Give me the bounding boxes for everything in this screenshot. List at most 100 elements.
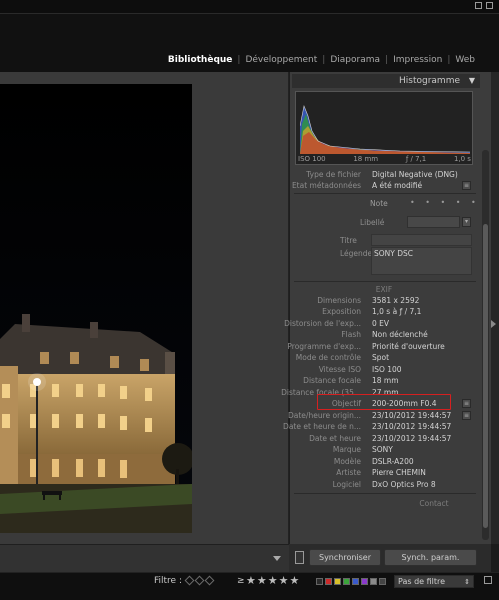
module-develop[interactable]: Développement <box>245 55 317 65</box>
exif-value: DxO Optics Pro 8 <box>372 480 436 489</box>
contact-section-label: Contact <box>419 499 449 508</box>
exif-value: 3581 x 2592 <box>372 296 420 305</box>
capture-time-menu-icon[interactable]: ≡ <box>462 411 471 420</box>
rating-operator[interactable]: ≥ <box>237 576 245 586</box>
color-label-field[interactable] <box>407 216 460 228</box>
color-label-chip[interactable] <box>370 578 377 585</box>
flag-rejected-icon[interactable] <box>204 575 215 586</box>
exif-label: Artiste <box>336 468 361 477</box>
title-label: Titre <box>340 236 357 245</box>
caption-label: Légende <box>340 249 373 258</box>
metadata-state-menu-icon[interactable]: ≡ <box>462 181 471 190</box>
histogram-info: ISO 100 18 mm ƒ / 7,1 1,0 s <box>298 155 471 163</box>
minimize-icon[interactable] <box>475 2 482 9</box>
flag-filters <box>184 575 215 586</box>
exif-label: Modèle <box>333 457 361 466</box>
flag-pick-icon[interactable] <box>184 575 195 586</box>
module-separator: | <box>385 55 389 65</box>
color-label-dropdown-icon[interactable]: ▾ <box>462 217 471 227</box>
filter-lock-icon[interactable] <box>484 576 492 584</box>
module-separator: | <box>447 55 451 65</box>
exif-row: Artiste Pierre CHEMIN <box>295 468 473 479</box>
metadata-state-value: A été modifié <box>372 181 423 190</box>
exif-row: Distorsion de l'exp... 0 EV <box>284 319 473 330</box>
panel-scroll-thumb[interactable] <box>483 224 488 528</box>
module-separator: | <box>322 55 326 65</box>
lens-menu-icon[interactable]: ≡ <box>462 399 471 408</box>
color-label-chip[interactable] <box>343 578 350 585</box>
flag-unflagged-icon[interactable] <box>194 575 205 586</box>
filter-label: Filtre : <box>154 576 182 586</box>
lens-highlight-annotation <box>317 394 451 410</box>
color-label-chip[interactable] <box>352 578 359 585</box>
sync-settings-button[interactable]: Synch. param. <box>384 549 477 566</box>
module-separator: | <box>237 55 241 65</box>
exif-label: Vitesse ISO <box>318 365 361 374</box>
histogram-iso: ISO 100 <box>298 155 326 163</box>
toolbar-menu-arrow-icon[interactable] <box>273 556 281 561</box>
exif-row: Programme d'exp... Priorité d'ouverture <box>287 342 473 353</box>
exif-label: Logiciel <box>332 480 361 489</box>
filter-preset-select[interactable]: Pas de filtre ⇕ <box>394 575 474 588</box>
maximize-icon[interactable] <box>486 2 493 9</box>
module-web[interactable]: Web <box>455 55 475 65</box>
toolbar <box>0 544 289 572</box>
exif-row: Exposition 1,0 s à ƒ / 7,1 <box>295 307 473 318</box>
exif-value: Spot <box>372 353 390 362</box>
exif-value: Non déclenché <box>372 330 428 339</box>
rating-stars[interactable]: • • • • • <box>410 198 480 207</box>
exif-value: SONY <box>372 445 393 454</box>
histogram <box>295 91 473 165</box>
exif-row: Modèle DSLR-A200 <box>295 457 473 468</box>
exif-value: ISO 100 <box>372 365 402 374</box>
exif-label: Programme d'exp... <box>287 342 361 351</box>
filter-preset-value: Pas de filtre <box>398 577 446 586</box>
module-library[interactable]: Bibliothèque <box>168 55 233 65</box>
exif-row: Marque SONY <box>295 445 473 456</box>
module-print[interactable]: Impression <box>393 55 442 65</box>
color-label-chip[interactable] <box>325 578 332 585</box>
exif-label: Distorsion de l'exp... <box>284 319 361 328</box>
color-label-chip[interactable] <box>334 578 341 585</box>
exif-row: Vitesse ISO ISO 100 <box>295 365 473 376</box>
exif-value: 23/10/2012 19:44:57 <box>372 411 452 420</box>
exif-label: Flash <box>341 330 361 339</box>
meta-row-metadata-state: Etat métadonnées A été modifié ≡ <box>292 181 473 192</box>
color-label-label: Libellé <box>360 218 385 227</box>
file-type-value: Digital Negative (DNG) <box>372 170 458 179</box>
histogram-title: Histogramme <box>399 76 460 86</box>
window-controls <box>475 2 493 9</box>
color-label-filters <box>316 578 386 585</box>
exif-row: Logiciel DxO Optics Pro 8 <box>295 480 473 491</box>
exif-row: Date/heure origin... 23/10/2012 19:44:57… <box>288 411 473 422</box>
divider <box>294 193 476 194</box>
module-slideshow[interactable]: Diaporama <box>330 55 380 65</box>
exif-value: Pierre CHEMIN <box>372 468 426 477</box>
module-picker: Bibliothèque | Développement | Diaporama… <box>168 55 475 65</box>
chateau-night-photo <box>0 84 192 533</box>
exif-section-label: EXIF <box>375 285 393 294</box>
exif-row: Mode de contrôle Spot <box>295 353 473 364</box>
color-label-chip[interactable] <box>361 578 368 585</box>
histogram-header[interactable]: Histogramme ▼ <box>292 74 480 88</box>
histogram-collapse-icon[interactable]: ▼ <box>469 76 475 85</box>
photo-view-area[interactable] <box>0 72 289 544</box>
histogram-graph <box>300 104 470 154</box>
exif-label: Distance focale <box>303 376 361 385</box>
chevron-updown-icon: ⇕ <box>464 578 470 586</box>
rating-filter-stars[interactable]: ★★★★★ <box>246 574 300 587</box>
exif-value: 0 EV <box>372 319 390 328</box>
color-label-chip[interactable] <box>316 578 323 585</box>
color-label-chip[interactable] <box>379 578 386 585</box>
exif-value: Priorité d'ouverture <box>372 342 445 351</box>
collapse-panel-arrow-icon[interactable] <box>491 320 496 328</box>
exif-value: 1,0 s à ƒ / 7,1 <box>372 307 422 316</box>
auto-sync-switch[interactable] <box>295 551 304 564</box>
exif-value: DSLR-A200 <box>372 457 414 466</box>
exif-label: Dimensions <box>317 296 361 305</box>
synchronize-button[interactable]: Synchroniser <box>309 549 381 566</box>
caption-value: SONY DSC <box>374 249 414 258</box>
module-picker-header: Bibliothèque | Développement | Diaporama… <box>0 14 499 72</box>
title-field[interactable] <box>371 234 472 246</box>
photo-preview[interactable] <box>0 84 192 533</box>
